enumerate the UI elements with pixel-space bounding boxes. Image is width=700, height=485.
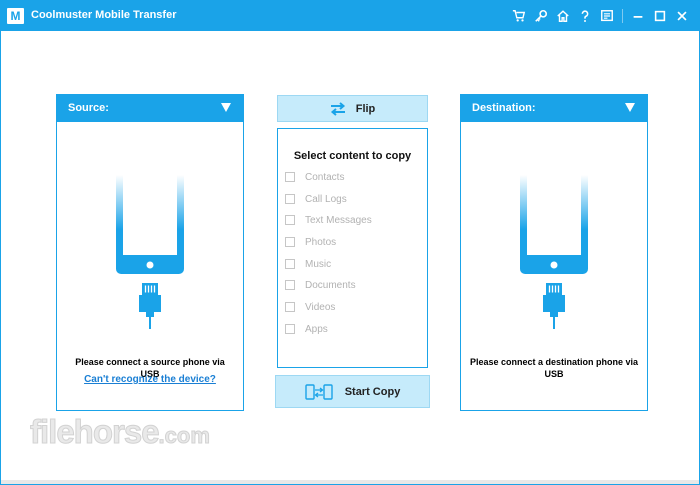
content-item-label: Apps bbox=[305, 323, 328, 335]
app-window: M Coolmuster Mobile Transfer Source: Ple… bbox=[0, 0, 700, 485]
photos-checkbox[interactable] bbox=[285, 237, 295, 247]
content-item-photos[interactable]: Photos bbox=[285, 235, 336, 249]
destination-panel: Destination: Please connect a destinatio… bbox=[460, 94, 648, 411]
source-header-label: Source: bbox=[68, 102, 109, 114]
content-item-label: Videos bbox=[305, 301, 336, 313]
source-dropdown[interactable]: Source: bbox=[57, 95, 243, 122]
source-phone-illustration bbox=[57, 175, 243, 345]
content-item-text-messages[interactable]: Text Messages bbox=[285, 213, 372, 227]
phone-usb-icon bbox=[520, 175, 588, 329]
app-logo-icon: M bbox=[7, 8, 24, 24]
call-logs-checkbox[interactable] bbox=[285, 194, 295, 204]
content-selection-box: Select content to copy Contacts Call Log… bbox=[277, 128, 428, 368]
content-item-contacts[interactable]: Contacts bbox=[285, 170, 344, 184]
videos-checkbox[interactable] bbox=[285, 302, 295, 312]
watermark-logo: filehorse.com bbox=[30, 413, 211, 451]
text-messages-checkbox[interactable] bbox=[285, 215, 295, 225]
swap-arrows-icon bbox=[330, 101, 345, 116]
watermark-suffix: .com bbox=[158, 423, 210, 449]
destination-phone-illustration bbox=[461, 175, 647, 345]
documents-checkbox[interactable] bbox=[285, 280, 295, 290]
help-icon[interactable] bbox=[574, 6, 596, 26]
title-bar: M Coolmuster Mobile Transfer bbox=[1, 1, 699, 31]
minimize-icon[interactable] bbox=[627, 6, 649, 26]
select-content-title: Select content to copy bbox=[293, 150, 412, 162]
content-item-videos[interactable]: Videos bbox=[285, 300, 335, 314]
feedback-icon[interactable] bbox=[596, 6, 618, 26]
flip-label: Flip bbox=[355, 102, 376, 115]
content-item-label: Text Messages bbox=[305, 214, 372, 226]
key-icon[interactable] bbox=[530, 6, 552, 26]
apps-checkbox[interactable] bbox=[285, 324, 295, 334]
destination-header-label: Destination: bbox=[472, 102, 536, 114]
content-item-apps[interactable]: Apps bbox=[285, 322, 328, 336]
chevron-down-icon[interactable] bbox=[221, 103, 231, 112]
title-bar-controls bbox=[508, 6, 693, 26]
destination-dropdown[interactable]: Destination: bbox=[461, 95, 647, 122]
content-item-label: Music bbox=[305, 258, 332, 270]
source-panel: Source: Please connect a source phone vi… bbox=[56, 94, 244, 411]
contacts-checkbox[interactable] bbox=[285, 172, 295, 182]
content-item-documents[interactable]: Documents bbox=[285, 278, 356, 292]
cart-icon[interactable] bbox=[508, 6, 530, 26]
content-item-label: Photos bbox=[305, 236, 337, 248]
content-item-music[interactable]: Music bbox=[285, 257, 331, 271]
music-checkbox[interactable] bbox=[285, 259, 295, 269]
chevron-down-icon[interactable] bbox=[625, 103, 635, 112]
cant-recognize-link[interactable]: Can't recognize the device? bbox=[57, 374, 243, 385]
destination-connect-message: Please connect a destination phone via U… bbox=[469, 357, 639, 379]
copy-transfer-icon bbox=[304, 383, 333, 400]
phone-usb-icon bbox=[116, 175, 184, 329]
content-item-label: Contacts bbox=[305, 171, 345, 183]
title-bar-divider bbox=[622, 9, 623, 23]
bottom-bar bbox=[1, 480, 699, 484]
flip-button[interactable]: Flip bbox=[277, 95, 428, 122]
close-icon[interactable] bbox=[671, 6, 693, 26]
maximize-icon[interactable] bbox=[649, 6, 671, 26]
app-title: Coolmuster Mobile Transfer bbox=[31, 9, 177, 21]
content-item-label: Call Logs bbox=[305, 193, 347, 205]
start-copy-button[interactable]: Start Copy bbox=[275, 375, 430, 408]
content-item-label: Documents bbox=[305, 279, 356, 291]
home-icon[interactable] bbox=[552, 6, 574, 26]
content-item-call-logs[interactable]: Call Logs bbox=[285, 192, 347, 206]
watermark-text: filehorse bbox=[30, 413, 161, 451]
start-copy-label: Start Copy bbox=[344, 385, 401, 398]
